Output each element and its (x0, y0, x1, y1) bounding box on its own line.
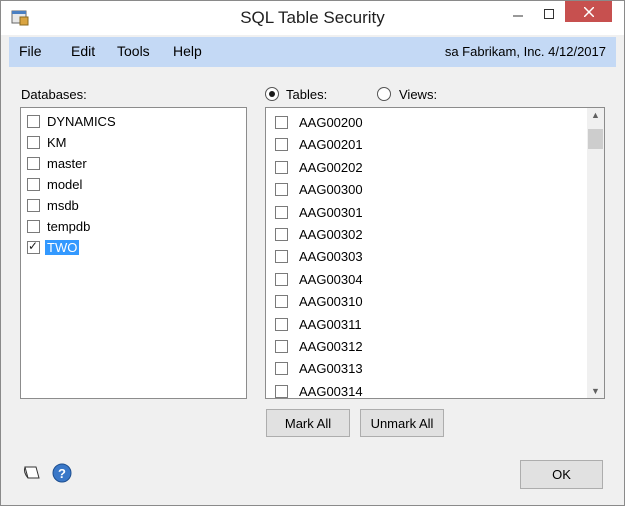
note-icon[interactable] (22, 464, 42, 482)
ok-button[interactable]: OK (520, 460, 603, 489)
table-checkbox[interactable] (275, 116, 288, 129)
table-item[interactable]: AAG00310 (266, 291, 365, 312)
database-checkbox[interactable] (27, 157, 40, 170)
table-checkbox[interactable] (275, 138, 288, 152)
table-item[interactable]: AAG00302 (266, 224, 365, 245)
database-item[interactable]: DYNAMICS (21, 111, 118, 132)
table-checkbox[interactable] (275, 317, 288, 331)
table-checkbox[interactable] (275, 228, 288, 241)
databases-list[interactable]: DYNAMICS KM master model msdb tempdb TWO (20, 107, 247, 399)
table-item[interactable]: AAG00300 (266, 179, 365, 200)
database-item[interactable]: master (21, 153, 89, 174)
title-bar: SQL Table Security (1, 1, 624, 35)
table-name: AAG00310 (299, 294, 363, 310)
database-checkbox[interactable] (27, 115, 40, 128)
table-name: AAG00201 (299, 137, 363, 153)
database-name: TWO (45, 240, 80, 255)
close-icon (583, 6, 594, 17)
help-icon[interactable]: ? (52, 463, 72, 483)
menu-bar: File Edit Tools Help sa Fabrikam, Inc. 4… (9, 37, 616, 67)
table-name: AAG00312 (299, 339, 363, 354)
sql-table-security-window: SQL Table Security File Edit Tools Help … (0, 0, 625, 506)
database-name: DYNAMICS (47, 114, 116, 129)
table-item[interactable]: AAG00304 (266, 269, 365, 290)
table-item[interactable]: AAG00201 (266, 134, 365, 155)
table-item[interactable]: AAG00311 (266, 314, 364, 335)
database-checkbox[interactable] (27, 178, 40, 191)
database-item[interactable]: msdb (21, 195, 81, 216)
table-checkbox[interactable] (275, 250, 288, 264)
svg-text:?: ? (58, 466, 66, 481)
table-name: AAG00314 (299, 383, 363, 399)
database-name: tempdb (47, 219, 91, 234)
database-name: model (47, 177, 83, 192)
menu-edit[interactable]: Edit (71, 43, 95, 59)
scroll-up-icon[interactable]: ▲ (587, 110, 604, 120)
table-name: AAG00313 (299, 361, 363, 377)
table-name: AAG00200 (299, 115, 363, 130)
table-item[interactable]: AAG00202 (266, 157, 365, 178)
maximize-button[interactable] (534, 1, 564, 27)
table-checkbox[interactable] (275, 183, 288, 197)
table-checkbox[interactable] (275, 205, 288, 219)
table-item[interactable]: AAG00303 (266, 246, 365, 267)
tables-radio-label: Tables: (286, 87, 328, 102)
table-name: AAG00302 (299, 227, 363, 242)
unmark-all-label: Unmark All (370, 415, 434, 431)
database-checkbox[interactable] (27, 199, 40, 212)
unmark-all-button[interactable]: Unmark All (360, 409, 444, 437)
database-name: master (47, 156, 87, 171)
database-checkbox[interactable] (27, 239, 40, 254)
table-checkbox[interactable] (275, 160, 288, 174)
tables-radio[interactable] (265, 87, 279, 101)
table-item[interactable]: AAG00200 (266, 112, 365, 133)
table-checkbox[interactable] (275, 340, 288, 353)
scroll-thumb[interactable] (588, 129, 603, 149)
table-name: AAG00304 (299, 271, 363, 287)
database-item[interactable]: TWO (21, 237, 80, 258)
database-checkbox[interactable] (27, 136, 40, 149)
minimize-button[interactable] (503, 1, 533, 27)
mark-all-button[interactable]: Mark All (266, 409, 350, 437)
table-name: AAG00301 (299, 204, 363, 220)
user-company-date: sa Fabrikam, Inc. 4/12/2017 (444, 44, 606, 59)
databases-label: Databases: (21, 87, 87, 102)
close-button[interactable] (565, 1, 612, 22)
table-checkbox[interactable] (275, 295, 288, 309)
minimize-icon (513, 15, 523, 17)
database-item[interactable]: tempdb (21, 216, 92, 237)
database-name: msdb (47, 198, 79, 213)
table-item[interactable]: AAG00314 (266, 381, 365, 399)
table-name: AAG00311 (299, 316, 362, 332)
table-checkbox[interactable] (275, 362, 288, 376)
menu-tools[interactable]: Tools (117, 43, 150, 59)
table-item[interactable]: AAG00312 (266, 336, 365, 357)
views-radio-label: Views: (399, 87, 438, 102)
tables-list[interactable]: AAG00314 AAG00313 AAG00312 AAG00311 AAG00310… (265, 107, 605, 399)
table-name: AAG00202 (299, 159, 363, 175)
database-item[interactable]: KM (21, 132, 69, 153)
table-checkbox[interactable] (275, 384, 288, 398)
table-checkbox[interactable] (275, 272, 288, 286)
table-name: AAG00300 (299, 182, 363, 198)
database-checkbox[interactable] (27, 220, 40, 233)
database-name: KM (47, 135, 67, 150)
views-radio[interactable] (377, 87, 391, 101)
tables-scrollbar[interactable]: ▲ ▼ (587, 108, 604, 398)
table-name: AAG00303 (299, 249, 363, 265)
table-item[interactable]: AAG00301 (266, 202, 365, 223)
ok-label: OK (552, 467, 571, 482)
table-item[interactable]: AAG00313 (266, 358, 365, 379)
maximize-icon (544, 9, 554, 19)
database-item[interactable]: model (21, 174, 84, 195)
menu-file[interactable]: File (19, 43, 42, 59)
scroll-down-icon[interactable]: ▼ (587, 386, 604, 396)
mark-all-label: Mark All (284, 415, 332, 431)
menu-help[interactable]: Help (173, 43, 202, 59)
